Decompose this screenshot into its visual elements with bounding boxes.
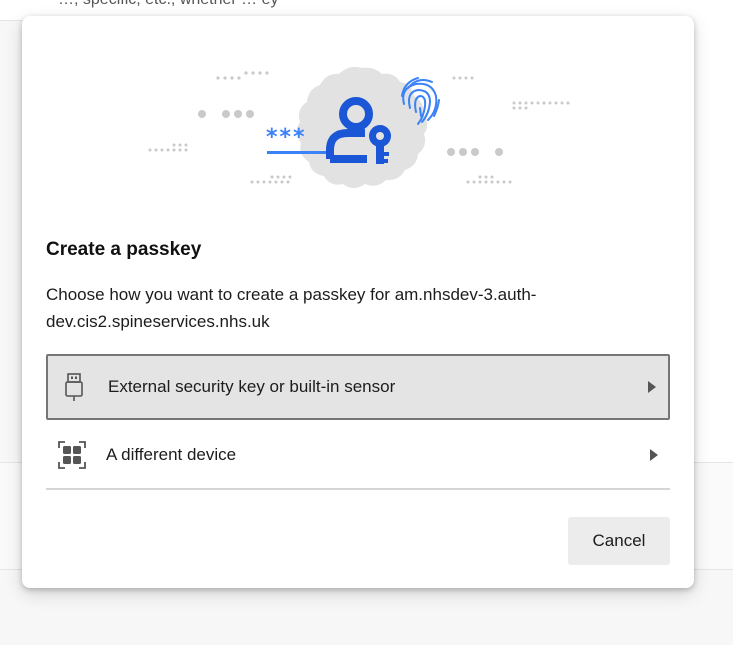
option-different-device[interactable]: A different device	[46, 422, 670, 488]
option-label: A different device	[106, 445, 237, 464]
create-passkey-dialog: *** Create a passkey Choose how you want…	[22, 16, 694, 588]
usb-security-key-icon	[65, 373, 83, 401]
option-external-security-key[interactable]: External security key or built-in sensor	[46, 354, 670, 420]
passkey-illustration: ***	[148, 66, 570, 188]
option-label: External security key or built-in sensor	[108, 377, 396, 396]
background-partial-text: …, specific, etc., whether … ey	[58, 0, 279, 9]
dialog-description: Choose how you want to create a passkey …	[46, 285, 537, 331]
divider	[46, 488, 670, 490]
cancel-button[interactable]: Cancel	[568, 517, 670, 565]
chevron-right-icon	[648, 381, 656, 393]
background-right-area	[694, 20, 733, 462]
dialog-title: Create a passkey	[46, 239, 202, 260]
chevron-right-icon	[650, 449, 658, 461]
svg-text:***: ***	[266, 125, 307, 150]
qr-code-device-icon	[58, 441, 86, 469]
